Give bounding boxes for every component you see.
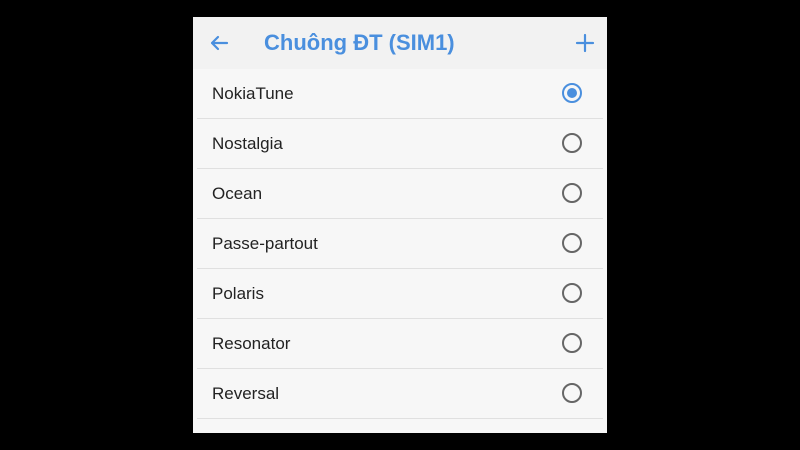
ringtone-label: Ocean <box>212 184 263 203</box>
radio-button[interactable] <box>562 183 582 203</box>
ringtone-screen: Chuông ĐT (SIM1) NokiaTune Nostalgia Oce… <box>193 17 607 433</box>
ringtone-item-resonator[interactable]: Resonator <box>197 319 603 369</box>
ringtone-label: Reversal <box>212 384 280 403</box>
add-ringtone-button[interactable] <box>571 29 599 57</box>
ringtone-item-nostalgia[interactable]: Nostalgia <box>197 119 603 169</box>
ringtone-item-nokiatune[interactable]: NokiaTune <box>197 69 603 119</box>
radio-button[interactable] <box>562 283 582 303</box>
ringtone-list: NokiaTune Nostalgia Ocean Passe-partout … <box>193 69 607 419</box>
radio-button[interactable] <box>562 333 582 353</box>
ringtone-label: Polaris <box>212 284 264 303</box>
back-button[interactable] <box>205 29 233 57</box>
arrow-left-icon <box>205 29 233 57</box>
radio-button[interactable] <box>562 133 582 153</box>
ringtone-item-passe-partout[interactable]: Passe-partout <box>197 219 603 269</box>
ringtone-label: Passe-partout <box>212 234 318 253</box>
radio-button[interactable] <box>562 233 582 253</box>
ringtone-label: Resonator <box>212 334 291 353</box>
radio-button[interactable] <box>562 383 582 403</box>
ringtone-item-reversal[interactable]: Reversal <box>197 369 603 419</box>
ringtone-item-ocean[interactable]: Ocean <box>197 169 603 219</box>
page-title: Chuông ĐT (SIM1) <box>264 30 455 55</box>
app-bar: Chuông ĐT (SIM1) <box>193 17 607 69</box>
plus-icon <box>571 29 599 57</box>
ringtone-label: Nostalgia <box>212 134 283 153</box>
ringtone-label: NokiaTune <box>212 84 294 103</box>
ringtone-item-polaris[interactable]: Polaris <box>197 269 603 319</box>
radio-button-selected[interactable] <box>562 83 582 103</box>
